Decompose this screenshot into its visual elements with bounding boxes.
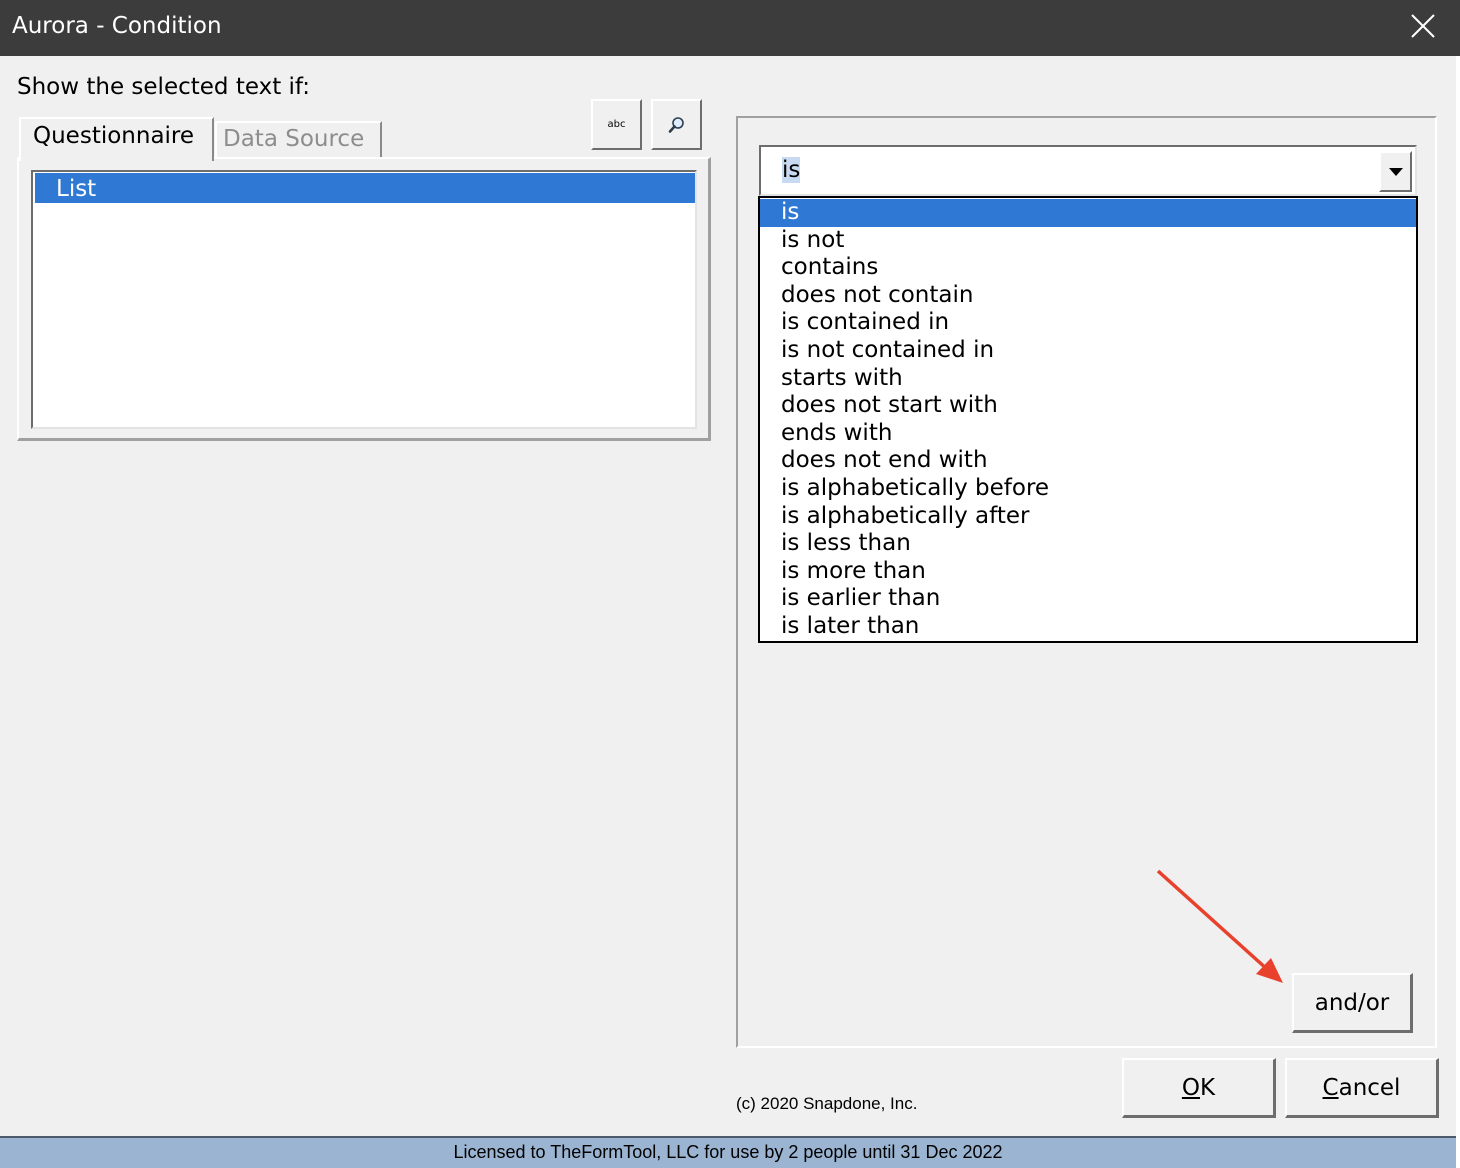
tab-questionnaire[interactable]: Questionnaire (19, 117, 214, 161)
dropdown-option[interactable]: is not contained in (760, 337, 1416, 365)
dropdown-option[interactable]: does not end with (760, 447, 1416, 475)
ok-accelerator: O (1181, 1074, 1200, 1101)
combobox-value: is (782, 157, 801, 183)
condition-combobox[interactable]: is (759, 145, 1417, 196)
search-button[interactable] (651, 99, 702, 150)
list-item-label: List (56, 176, 97, 202)
cancel-accelerator: C (1322, 1074, 1339, 1101)
dropdown-option[interactable]: does not contain (760, 282, 1416, 310)
close-icon[interactable] (1408, 11, 1438, 41)
condition-prompt: Show the selected text if: (17, 74, 310, 100)
dropdown-option[interactable]: is not (760, 227, 1416, 255)
and-or-button-label: and/or (1314, 989, 1390, 1016)
dropdown-option[interactable]: is less than (760, 530, 1416, 558)
magnifier-icon (668, 116, 684, 133)
license-status-bar: Licensed to TheFormTool, LLC for use by … (0, 1136, 1456, 1168)
chevron-down-icon (1389, 168, 1403, 176)
license-text: Licensed to TheFormTool, LLC for use by … (453, 1142, 1003, 1162)
window-title: Aurora - Condition (12, 13, 222, 39)
dropdown-option[interactable]: is contained in (760, 309, 1416, 337)
ok-button-label: OK (1182, 1075, 1215, 1101)
cancel-button[interactable]: Cancel (1285, 1058, 1439, 1118)
list-item[interactable]: List (35, 173, 695, 203)
dropdown-option[interactable]: starts with (760, 365, 1416, 393)
tab-data-source[interactable]: Data Source (215, 121, 382, 159)
dropdown-option[interactable]: is (760, 199, 1416, 227)
and-or-button[interactable]: and/or (1292, 973, 1413, 1033)
abc-button-label: abc (607, 119, 626, 130)
field-listbox[interactable]: List (31, 170, 697, 429)
dropdown-arrow-button[interactable] (1379, 151, 1412, 192)
dropdown-option[interactable]: is earlier than (760, 585, 1416, 613)
copyright-text: (c) 2020 Snapdone, Inc. (736, 1094, 918, 1113)
window-edge (1456, 56, 1460, 1168)
dropdown-option[interactable]: contains (760, 254, 1416, 282)
combobox-selected-text: is (782, 157, 801, 183)
dropdown-option[interactable]: does not start with (760, 392, 1416, 420)
dropdown-option[interactable]: is alphabetically before (760, 475, 1416, 503)
condition-dropdown-list[interactable]: is is not contains does not contain is conta… (758, 196, 1418, 643)
dropdown-option[interactable]: is later than (760, 613, 1416, 641)
dropdown-option[interactable]: ends with (760, 420, 1416, 448)
ok-button[interactable]: OK (1122, 1058, 1276, 1118)
tab-data-source-label: Data Source (223, 126, 365, 152)
ok-label-rest: K (1200, 1074, 1216, 1101)
cancel-label-rest: ancel (1338, 1074, 1401, 1101)
tab-questionnaire-label: Questionnaire (33, 123, 195, 149)
dropdown-option[interactable]: is alphabetically after (760, 503, 1416, 531)
abc-button[interactable]: abc (591, 99, 642, 150)
dropdown-option[interactable]: is more than (760, 558, 1416, 586)
title-bar: Aurora - Condition (0, 0, 1460, 56)
cancel-button-label: Cancel (1323, 1075, 1401, 1101)
